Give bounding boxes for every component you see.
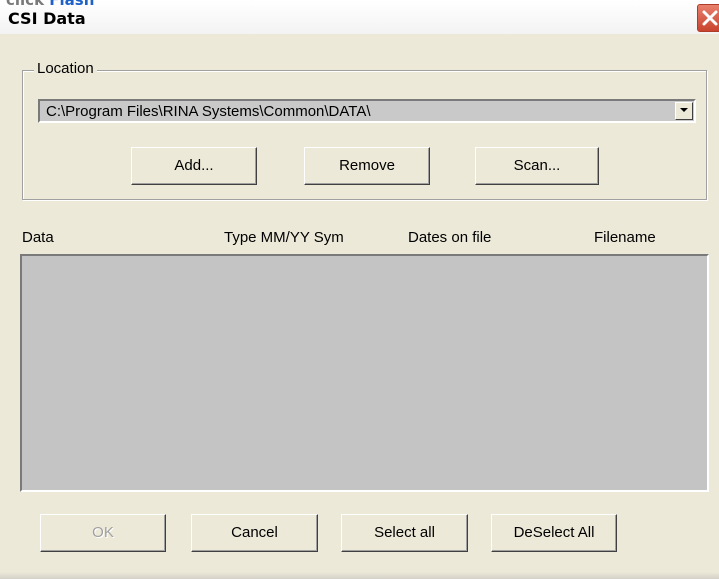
column-header-data: Data xyxy=(22,229,54,246)
background-crumb: click Flash xyxy=(6,0,94,9)
location-path-value: C:\Program Files\RINA Systems\Common\DAT… xyxy=(46,103,371,120)
select-all-button[interactable]: Select all xyxy=(341,514,468,552)
window-bottom-edge xyxy=(0,572,719,579)
location-legend: Location xyxy=(34,60,97,77)
crumb-prefix: click xyxy=(6,0,45,9)
window-title: CSI Data xyxy=(8,9,86,28)
close-button[interactable] xyxy=(697,4,719,32)
csi-data-dialog: click Flash CSI Data Location C:\Program… xyxy=(0,0,719,579)
scan-button[interactable]: Scan... xyxy=(475,147,599,185)
ok-button: OK xyxy=(40,514,166,552)
close-x-icon xyxy=(702,10,718,26)
data-listbox[interactable] xyxy=(20,254,709,492)
add-button[interactable]: Add... xyxy=(131,147,257,185)
column-header-type-date-sym: Type MM/YY Sym xyxy=(224,229,344,246)
cancel-button[interactable]: Cancel xyxy=(191,514,318,552)
column-header-filename: Filename xyxy=(594,229,656,246)
remove-button[interactable]: Remove xyxy=(304,147,430,185)
chevron-down-icon xyxy=(680,108,688,112)
location-path-select[interactable]: C:\Program Files\RINA Systems\Common\DAT… xyxy=(38,99,696,123)
column-header-dates-on-file: Dates on file xyxy=(408,229,492,246)
crumb-link[interactable]: Flash xyxy=(49,0,94,9)
title-bar: click Flash CSI Data xyxy=(0,0,719,34)
deselect-all-button[interactable]: DeSelect All xyxy=(491,514,617,552)
dropdown-button[interactable] xyxy=(675,102,693,120)
